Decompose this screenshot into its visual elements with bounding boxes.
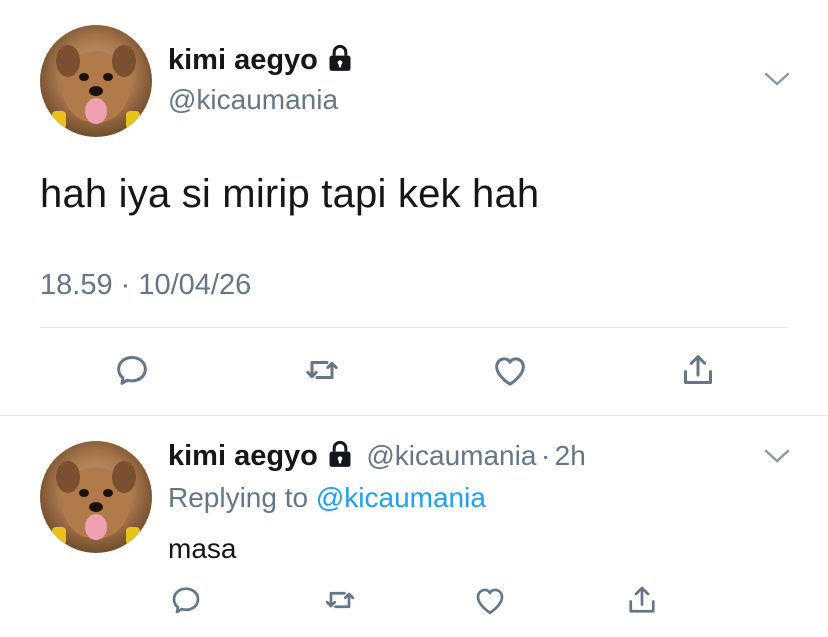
retweet-icon[interactable] [302,350,342,390]
reply-header: kimi aegyo @kicaumania · 2h [168,440,586,473]
replying-to: Replying to @kicaumania [168,482,486,513]
share-icon[interactable] [624,582,660,618]
username[interactable]: @kicaumania [168,84,338,116]
divider [0,415,828,416]
retweet-icon[interactable] [322,582,358,618]
display-name[interactable]: kimi aegyo [168,440,318,472]
tweet-text: hah iya si mirip tapi kek hah [40,172,540,216]
dog-avatar-icon [52,45,140,129]
chevron-down-icon[interactable] [764,71,790,87]
timestamp[interactable]: 18.59 · 10/04/26 [40,269,251,302]
divider [40,327,788,328]
like-icon[interactable] [472,582,508,618]
display-name[interactable]: kimi aegyo [168,44,354,77]
reply-icon[interactable] [168,582,204,618]
avatar[interactable] [40,25,152,137]
share-icon[interactable] [678,350,718,390]
tweet-text: masa [168,533,237,564]
dog-avatar-icon [52,461,140,545]
reply-icon[interactable] [112,350,152,390]
like-icon[interactable] [490,350,530,390]
username[interactable]: @kicaumania [366,440,536,471]
mention-link[interactable]: @kicaumania [316,482,486,513]
avatar[interactable] [40,441,152,553]
separator: · [540,440,551,471]
tweet-age[interactable]: 2h [555,440,586,471]
lock-icon [326,44,354,72]
chevron-down-icon[interactable] [764,448,790,464]
lock-icon [326,440,354,468]
